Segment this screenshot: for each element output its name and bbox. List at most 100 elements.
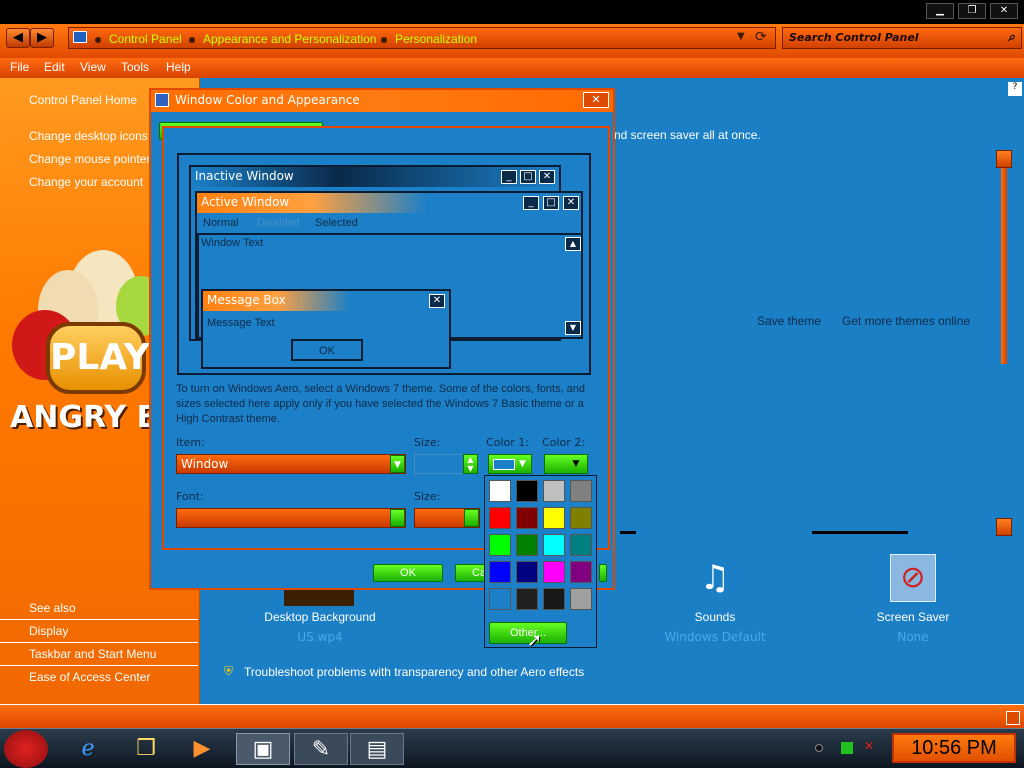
search-icon[interactable]: ⌕ — [1008, 30, 1015, 45]
breadcrumb-personalization[interactable]: Personalization — [395, 32, 477, 46]
menu-file[interactable]: File — [10, 60, 29, 74]
menu-selected-label: Selected — [315, 217, 358, 229]
sounds-icon[interactable]: ♫ — [692, 558, 738, 604]
scroll-down-button[interactable] — [996, 518, 1012, 536]
font-dropdown-arrow-icon[interactable] — [390, 509, 405, 527]
dropdown-arrow-icon[interactable]: ▼ — [737, 31, 745, 42]
scroll-up-button[interactable] — [996, 150, 1012, 168]
close-button[interactable]: ✕ — [990, 3, 1018, 19]
color-swatch[interactable] — [543, 588, 565, 610]
clock[interactable]: 10:56 PM — [892, 733, 1016, 763]
color2-button[interactable]: ▼ — [544, 454, 588, 474]
screen-saver-icon[interactable]: ⊘ — [890, 554, 936, 602]
desktop-background-label[interactable]: Desktop Background — [240, 610, 400, 624]
item-dropdown-arrow-icon[interactable]: ▼ — [390, 455, 405, 473]
color-swatch[interactable] — [489, 561, 511, 583]
color-swatch[interactable] — [516, 480, 538, 502]
color-swatch[interactable] — [543, 561, 565, 583]
separator-dot — [95, 37, 101, 43]
status-bar — [0, 704, 1024, 730]
color1-button[interactable]: ▼ — [488, 454, 532, 474]
media-player-icon[interactable]: ▶ — [184, 733, 220, 765]
scrollbar[interactable] — [996, 150, 1012, 536]
color-swatch[interactable] — [489, 507, 511, 529]
color-swatch[interactable] — [489, 534, 511, 556]
save-theme-link[interactable]: Save theme — [757, 314, 821, 328]
refresh-icon[interactable]: ⟳ — [755, 29, 767, 45]
volume-muted-icon[interactable]: ✕ — [864, 739, 874, 753]
menu-edit[interactable]: Edit — [44, 60, 65, 74]
menu-tools[interactable]: Tools — [121, 60, 149, 74]
font-select[interactable] — [176, 508, 406, 528]
back-button[interactable]: ◀ — [6, 28, 30, 48]
color-swatch[interactable] — [570, 561, 592, 583]
sidebar-change-desktop-icons[interactable]: Change desktop icons — [29, 129, 148, 143]
taskbar: ℯ ❒ ▶ ▣ ✎ ▤ ✕ — [0, 728, 1024, 768]
breadcrumb-appearance[interactable]: Appearance and Personalization — [203, 32, 376, 46]
taskbar-window-display[interactable]: ▤ — [350, 733, 404, 765]
color-swatch[interactable] — [543, 534, 565, 556]
sidebar-change-mouse-pointers[interactable]: Change mouse pointers — [29, 152, 156, 166]
color-swatch[interactable] — [570, 534, 592, 556]
font-size-dropdown-arrow-icon[interactable] — [464, 509, 479, 527]
sounds-label[interactable]: Sounds — [640, 610, 790, 624]
address-bar-area: ◀ ▶ Control Panel Appearance and Persona… — [0, 24, 1024, 58]
color-swatch[interactable] — [516, 588, 538, 610]
taskbar-window-paint[interactable]: ✎ — [294, 733, 348, 765]
color-swatch[interactable] — [570, 507, 592, 529]
scroll-thumb[interactable] — [1001, 168, 1007, 364]
separator-dot — [189, 37, 195, 43]
troubleshoot-link[interactable]: Troubleshoot problems with transparency … — [244, 665, 584, 679]
network-icon[interactable] — [841, 742, 853, 754]
message-box-close-icon: ✕ — [429, 294, 445, 308]
dialog-title: Window Color and Appearance — [175, 93, 360, 107]
control-panel-icon — [73, 31, 87, 43]
see-also-heading: See also — [29, 601, 76, 615]
get-more-themes-link[interactable]: Get more themes online — [842, 314, 970, 328]
divider — [0, 619, 198, 620]
sidebar-ease-of-access[interactable]: Ease of Access Center — [29, 670, 150, 684]
file-explorer-icon[interactable]: ❒ — [128, 733, 164, 765]
menu-view[interactable]: View — [80, 60, 106, 74]
chevron-down-icon: ▼ — [519, 459, 526, 469]
search-input[interactable]: Search Control Panel ⌕ — [782, 27, 1022, 49]
resize-grip-icon[interactable] — [1006, 711, 1020, 725]
item-select[interactable]: Window — [176, 454, 406, 474]
minimize-button[interactable]: ▁ — [926, 3, 954, 19]
search-placeholder: Search Control Panel — [789, 31, 919, 44]
color-swatch[interactable] — [570, 588, 592, 610]
tray-icon[interactable] — [815, 744, 823, 752]
size-input[interactable] — [414, 454, 464, 474]
color-swatch[interactable] — [516, 534, 538, 556]
size-spinner[interactable]: ▲ ▼ — [463, 454, 478, 474]
help-icon[interactable]: ? — [1008, 82, 1022, 96]
dialog-close-button[interactable]: ✕ — [583, 92, 609, 108]
taskbar-window-control-panel[interactable]: ▣ — [236, 733, 290, 765]
forward-button[interactable]: ▶ — [30, 28, 54, 48]
apply-button[interactable] — [599, 564, 607, 582]
breadcrumb-control-panel[interactable]: Control Panel — [109, 32, 182, 46]
color-swatch[interactable] — [570, 480, 592, 502]
mouse-cursor-icon: ➚ — [527, 630, 543, 651]
color-palette-popup: Other... ➚ — [484, 475, 597, 651]
color-swatch[interactable] — [489, 480, 511, 502]
ok-button[interactable]: OK — [373, 564, 443, 582]
color-swatch[interactable] — [489, 588, 511, 610]
start-button-angry-bird-icon[interactable] — [4, 730, 48, 768]
preview-ok-button: OK — [291, 339, 363, 361]
color-swatch[interactable] — [543, 480, 565, 502]
screen-saver-label[interactable]: Screen Saver — [838, 610, 988, 624]
sidebar-change-account-picture[interactable]: Change your account — [29, 175, 143, 189]
color-swatch[interactable] — [543, 507, 565, 529]
color-swatch[interactable] — [516, 507, 538, 529]
menu-help[interactable]: Help — [166, 60, 191, 74]
sidebar-taskbar-start-menu[interactable]: Taskbar and Start Menu — [29, 647, 156, 661]
internet-explorer-icon[interactable]: ℯ — [70, 733, 106, 765]
sidebar-display[interactable]: Display — [29, 624, 68, 638]
message-box-title: Message Box — [203, 291, 449, 311]
address-bar[interactable]: Control Panel Appearance and Personaliza… — [68, 27, 776, 49]
color-swatch[interactable] — [516, 561, 538, 583]
sidebar-control-panel-home[interactable]: Control Panel Home — [29, 93, 137, 107]
maximize-button[interactable]: ❐ — [958, 3, 986, 19]
inactive-minimize-icon: _ — [501, 170, 517, 184]
